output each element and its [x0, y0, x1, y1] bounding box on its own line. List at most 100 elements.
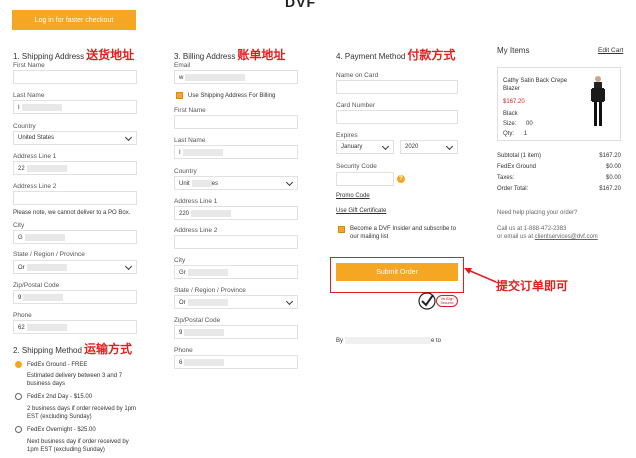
help-icon[interactable]: ? — [397, 175, 405, 183]
shipping-state-select[interactable]: Or — [13, 260, 137, 274]
product-color: Black — [503, 111, 518, 117]
redaction — [26, 324, 67, 331]
redaction — [24, 234, 65, 241]
shipping-option-radio-ground[interactable] — [15, 361, 22, 368]
shipping-last-name-value: I — [18, 105, 20, 112]
billing-address1-value: 220 — [179, 211, 190, 218]
shipping-address1-label: Address Line 1 — [13, 153, 57, 160]
billing-email-input[interactable]: w — [174, 70, 298, 84]
checkmark-icon — [418, 292, 436, 310]
billing-zip-input[interactable]: 9 — [174, 325, 298, 339]
shipping-option-2day-label[interactable]: FedEx 2nd Day - $15.00 — [27, 393, 92, 401]
summary-value: $0.00 — [605, 164, 621, 170]
login-button[interactable]: Log in for faster checkout — [12, 10, 136, 30]
billing-phone-label: Phone — [174, 347, 193, 354]
shipping-address1-input[interactable]: 22 — [13, 161, 137, 175]
shipping-city-label: City — [13, 222, 25, 229]
verisign-pill: VeriSign Secured — [436, 295, 458, 307]
edit-cart-link[interactable]: Edit Cart — [598, 47, 623, 54]
product-size: Size: 00 — [503, 120, 533, 128]
promo-code-link[interactable]: Promo Code — [336, 193, 370, 199]
help-phone: Call us at 1-888-472-2383 — [497, 226, 567, 232]
gift-certificate-link[interactable]: Use Gift Certificate — [336, 208, 386, 214]
billing-country-label: Country — [174, 168, 197, 175]
product-name[interactable]: Cathy Satin Back Crepe Blazer — [503, 77, 573, 93]
shipping-zip-input[interactable]: 9 — [13, 290, 137, 304]
shipping-last-name-label: Last Name — [13, 92, 45, 99]
summary-label: Subtotal (1 item) — [497, 153, 542, 159]
billing-state-select[interactable]: Or — [174, 295, 298, 309]
shipping-option-overnight-desc: Next business day if order received by 1… — [27, 439, 129, 453]
billing-address1-label: Address Line 1 — [174, 198, 218, 205]
card-name-input[interactable] — [336, 80, 458, 94]
shipping-country-select[interactable]: United States — [13, 131, 137, 145]
brand-logo[interactable]: DVF — [285, 0, 316, 10]
product-image[interactable] — [588, 74, 608, 130]
shipping-phone-input[interactable]: 62 — [13, 320, 137, 334]
use-shipping-checkbox[interactable] — [176, 92, 183, 99]
insider-label[interactable]: Become a DVF Insider and subscribe to ou… — [350, 225, 458, 241]
billing-state-value: Or — [179, 300, 186, 307]
shipping-state-value: Or — [18, 265, 25, 272]
insider-checkbox[interactable] — [338, 226, 345, 233]
card-name-label: Name on Card — [336, 72, 379, 79]
billing-phone-input[interactable]: 6 — [174, 355, 298, 369]
terms-text: By e to — [336, 337, 441, 345]
verisign-badge[interactable]: VeriSign Secured — [418, 292, 458, 310]
redaction — [187, 299, 228, 306]
billing-city-value: Gr — [179, 270, 186, 277]
shipping-address-heading: 1. Shipping Address — [13, 52, 85, 61]
terms-text-end: e to — [431, 338, 442, 345]
security-code-input[interactable] — [336, 172, 394, 186]
shipping-option-ground-label[interactable]: FedEx Ground - FREE — [27, 361, 87, 369]
expires-year-select[interactable]: 2020 — [400, 140, 458, 154]
verisign-line2: Secured — [440, 301, 454, 305]
redaction — [21, 104, 62, 111]
shipping-address-annotation: 送货地址 — [86, 48, 135, 62]
billing-last-name-input[interactable]: I — [174, 145, 298, 159]
summary-label: FedEx Ground — [497, 164, 537, 170]
submit-order-button[interactable]: Submit Order — [336, 263, 458, 281]
shipping-last-name-input[interactable]: I — [13, 100, 137, 114]
size-value: 00 — [526, 121, 533, 127]
billing-phone-value: 6 — [179, 360, 183, 367]
summary-row: Taxes: $0.00 — [497, 174, 621, 185]
card-number-input[interactable] — [336, 110, 458, 124]
billing-address1-input[interactable]: 220 — [174, 206, 298, 220]
help-email-link[interactable]: clientservices@dvf.com — [535, 234, 598, 240]
terms-text-start: By — [336, 338, 344, 345]
billing-city-label: City — [174, 257, 186, 264]
billing-address-heading: 3. Billing Address — [174, 52, 236, 61]
payment-method-title: 4. Payment Method 付款方式 — [336, 46, 455, 63]
shipping-zip-label: Zip/Postal Code — [13, 282, 60, 289]
shipping-address-title: 1. Shipping Address 送货地址 — [13, 46, 134, 63]
billing-last-name-value: I — [179, 150, 181, 157]
shipping-option-overnight-label[interactable]: FedEx Overnight - $25.00 — [27, 426, 96, 434]
redaction — [26, 165, 67, 172]
billing-country-select[interactable]: Unit es — [174, 176, 298, 190]
redaction — [184, 359, 225, 366]
billing-city-input[interactable]: Gr — [174, 265, 298, 279]
shipping-address1-value: 22 — [18, 166, 25, 173]
shipping-option-radio-overnight[interactable] — [15, 426, 22, 433]
shipping-method-title: 2. Shipping Method 运输方式 — [13, 340, 132, 357]
order-summary: Subtotal (1 item) $167.20 FedEx Ground $0.… — [497, 152, 621, 196]
po-box-note: Please note, we cannot deliver to a PO B… — [13, 210, 131, 216]
billing-address2-input[interactable] — [174, 235, 298, 249]
shipping-address2-input[interactable] — [13, 191, 137, 205]
expires-month-select[interactable]: January — [336, 140, 394, 154]
arrow-icon — [464, 268, 497, 283]
shipping-state-label: State / Region / Province — [13, 251, 85, 258]
shipping-first-name-label: First Name — [13, 62, 45, 69]
shipping-option-radio-2day[interactable] — [15, 393, 22, 400]
shipping-first-name-input[interactable] — [13, 70, 137, 84]
expires-year-value: 2020 — [405, 144, 419, 150]
billing-country-value: Unit — [179, 181, 190, 188]
billing-first-name-input[interactable] — [174, 115, 298, 129]
help-email-prefix: or email us at — [497, 234, 534, 240]
product-price: $167.20 — [503, 99, 525, 105]
shipping-city-input[interactable]: G — [13, 230, 137, 244]
billing-zip-label: Zip/Postal Code — [174, 317, 221, 324]
use-shipping-label[interactable]: Use Shipping Address For Billing — [188, 92, 275, 100]
summary-value: $0.00 — [605, 175, 621, 181]
